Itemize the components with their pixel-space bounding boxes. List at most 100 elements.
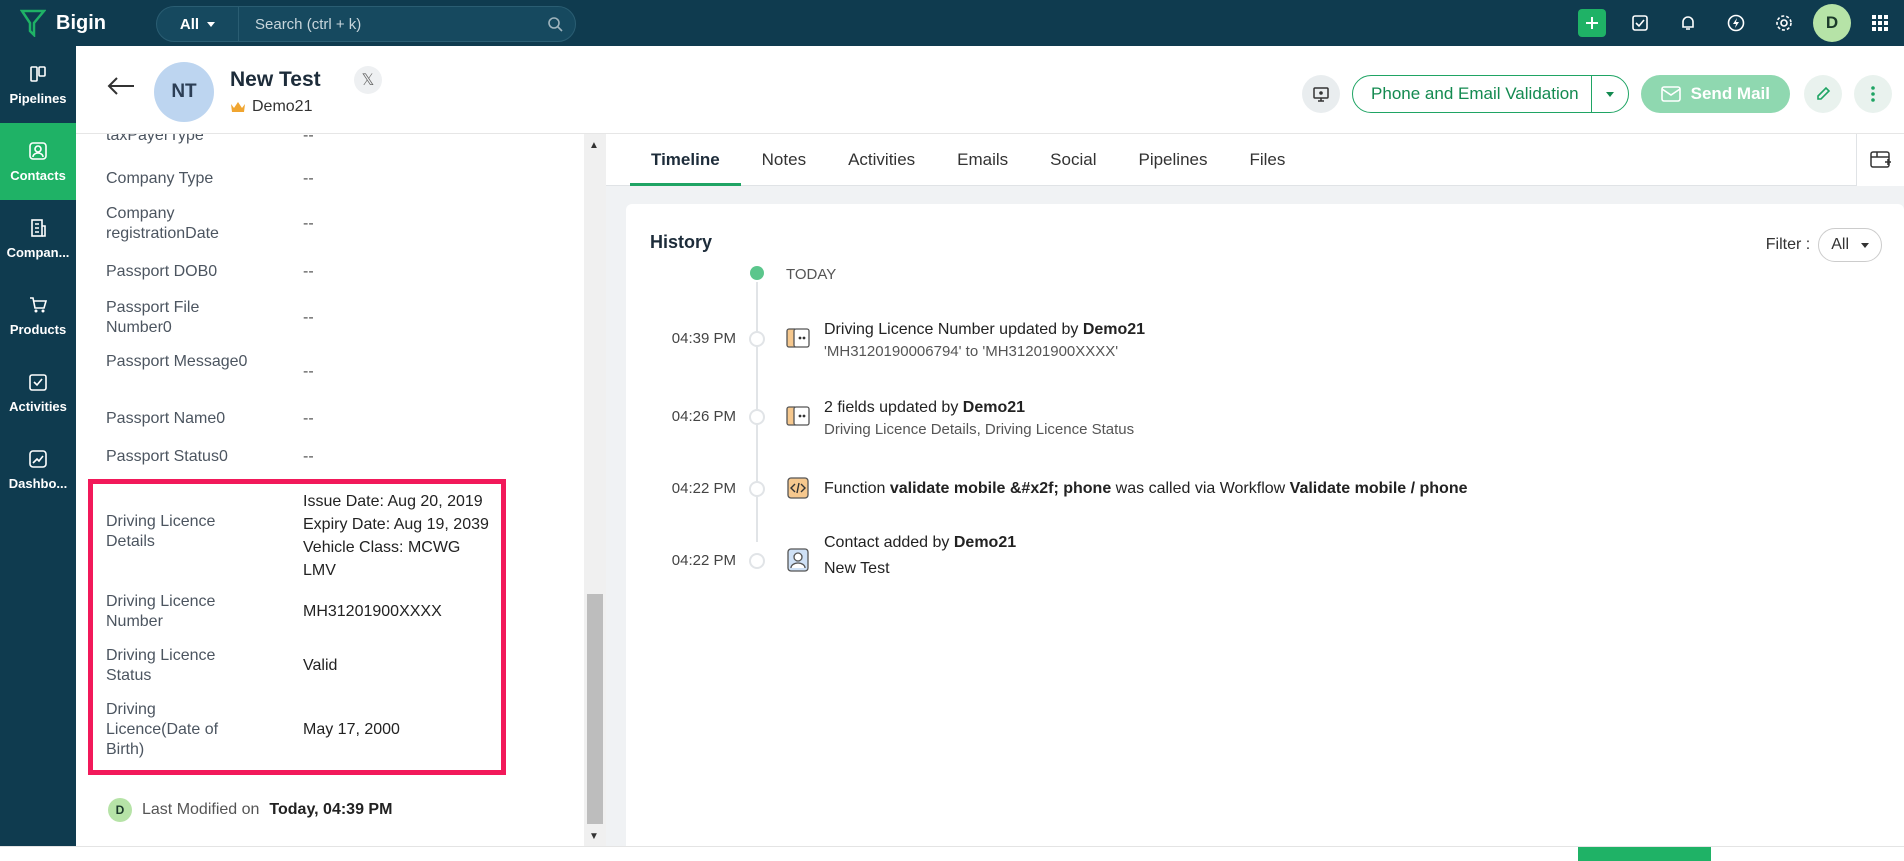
chevron-down-icon <box>207 21 216 27</box>
filter-label: Filter : <box>1765 236 1811 253</box>
field-value[interactable]: -- <box>303 169 314 189</box>
entry-dot <box>749 481 765 497</box>
x-twitter-icon[interactable]: 𝕏 <box>354 66 382 94</box>
app-name: Bigin <box>56 11 106 34</box>
tab-emails[interactable]: Emails <box>936 134 1029 186</box>
nav-label: Compan... <box>6 244 70 260</box>
scrollbar-thumb[interactable] <box>587 594 603 824</box>
entry-detail[interactable]: New Test <box>824 556 1016 582</box>
today-marker <box>750 266 764 280</box>
apps-grid-icon[interactable] <box>1856 0 1904 46</box>
nav-companies[interactable]: Compan... <box>0 200 76 277</box>
send-mail-button[interactable]: Send Mail <box>1640 75 1790 113</box>
entry-time: 04:22 PM <box>671 552 736 569</box>
field-label: Passport File Number0 <box>106 299 200 336</box>
pipelines-icon <box>30 65 46 82</box>
chevron-down-icon[interactable] <box>1592 76 1628 112</box>
contact-avatar[interactable]: NT <box>154 62 214 122</box>
notifications-bell-icon[interactable] <box>1664 0 1712 46</box>
dl-issue-date: Issue Date: Aug 20, 2019 <box>303 493 483 510</box>
scroll-down-arrow-icon[interactable]: ▼ <box>589 831 599 842</box>
bigin-logo-icon <box>20 9 46 37</box>
field-label: Passport DOB0 <box>106 263 218 280</box>
nav-dashboards[interactable]: Dashbo... <box>0 431 76 508</box>
entry-function-name[interactable]: validate mobile &#x2f; phone <box>890 480 1111 497</box>
user-avatar[interactable]: D <box>1808 0 1856 46</box>
entry-user[interactable]: Demo21 <box>1083 321 1145 338</box>
entry-workflow-name[interactable]: Validate mobile / phone <box>1290 480 1468 497</box>
entry-dot <box>749 409 765 425</box>
search-icon[interactable] <box>535 16 575 32</box>
entry-time: 04:26 PM <box>671 408 736 425</box>
nav-products[interactable]: Products <box>0 277 76 354</box>
record-owner[interactable]: Demo21 <box>230 98 312 116</box>
settings-gear-icon[interactable] <box>1760 0 1808 46</box>
last-modified-label: Last Modified on <box>142 801 260 818</box>
tasks-icon[interactable] <box>1616 0 1664 46</box>
entry-text: Driving Licence Number updated by Demo21… <box>824 319 1145 363</box>
entry-action: was called via Workflow <box>1115 480 1286 497</box>
more-options-icon[interactable] <box>1854 75 1892 113</box>
search-input[interactable]: Search (ctrl + k) <box>239 16 535 33</box>
tab-activities[interactable]: Activities <box>827 134 936 186</box>
details-scrollbar[interactable]: ▲ ▼ <box>584 134 606 846</box>
top-actions: D <box>1568 0 1904 46</box>
field-label: Company Type <box>106 170 214 187</box>
field-value[interactable]: -- <box>303 134 314 146</box>
field-value[interactable]: -- <box>303 409 314 429</box>
field-value[interactable]: May 17, 2000 <box>303 720 400 740</box>
crown-icon <box>231 102 245 112</box>
history-card: History Filter : All TODAY 04:39 PM Driv… <box>626 204 1904 854</box>
search-scope-dropdown[interactable]: All <box>157 7 239 41</box>
tab-files[interactable]: Files <box>1228 134 1306 186</box>
contact-name: New Test <box>230 68 321 91</box>
field-value[interactable]: -- <box>303 362 314 382</box>
field-label: Driving Licence Number <box>106 593 216 630</box>
search-scope-label: All <box>179 15 200 33</box>
field-value[interactable]: Issue Date: Aug 20, 2019 Expiry Date: Au… <box>303 490 489 582</box>
phone-email-validation-button[interactable]: Phone and Email Validation <box>1352 75 1629 113</box>
history-title: History <box>650 232 713 252</box>
field-label: Company registrationDate <box>106 205 219 242</box>
upgrade-bolt-icon[interactable] <box>1712 0 1760 46</box>
field-value[interactable]: -- <box>303 447 314 467</box>
filter-dropdown[interactable]: All <box>1818 228 1882 262</box>
quick-create-button[interactable] <box>1568 0 1616 46</box>
validation-label[interactable]: Phone and Email Validation <box>1353 76 1592 112</box>
tab-pipelines[interactable]: Pipelines <box>1117 134 1228 186</box>
bottom-bar <box>0 846 1904 861</box>
entry-user[interactable]: Demo21 <box>954 534 1016 551</box>
edit-pencil-icon[interactable] <box>1804 75 1842 113</box>
field-value[interactable]: MH31201900XXXX <box>303 602 442 622</box>
bottom-action-button[interactable] <box>1578 847 1711 861</box>
tab-timeline[interactable]: Timeline <box>630 134 741 186</box>
header-actions: Phone and Email Validation Send Mail <box>1302 74 1904 114</box>
scroll-up-arrow-icon[interactable]: ▲ <box>589 140 599 151</box>
tab-social[interactable]: Social <box>1029 134 1117 186</box>
owner-name: Demo21 <box>252 98 313 115</box>
field-value[interactable]: -- <box>303 214 314 234</box>
global-search[interactable]: All Search (ctrl + k) <box>156 6 576 42</box>
filter-value: All <box>1831 236 1849 253</box>
record-tabs: Timeline Notes Activities Emails Social … <box>606 134 1904 186</box>
app-logo[interactable]: Bigin <box>20 9 106 37</box>
nav-pipelines[interactable]: Pipelines <box>0 46 76 123</box>
entry-user[interactable]: Demo21 <box>963 399 1025 416</box>
back-arrow-icon[interactable] <box>106 76 136 101</box>
tab-notes[interactable]: Notes <box>741 134 827 186</box>
nav-activities[interactable]: Activities <box>0 354 76 431</box>
field-value[interactable]: -- <box>303 262 314 282</box>
field-value[interactable]: Valid <box>303 656 337 676</box>
field-update-icon <box>784 402 812 430</box>
customize-tabs-icon[interactable] <box>1856 134 1904 186</box>
field-value[interactable]: -- <box>303 308 314 328</box>
top-bar: Bigin All Search (ctrl + k) D <box>0 0 1904 46</box>
dashboards-icon <box>29 449 47 468</box>
nav-label: Products <box>9 321 67 337</box>
nav-contacts[interactable]: Contacts <box>0 123 76 200</box>
contact-card-icon <box>784 546 812 574</box>
field-label: Driving Licence Details <box>106 513 216 550</box>
send-mail-label: Send Mail <box>1690 84 1770 103</box>
presentation-icon[interactable] <box>1302 75 1341 113</box>
modifier-avatar: D <box>108 798 132 822</box>
